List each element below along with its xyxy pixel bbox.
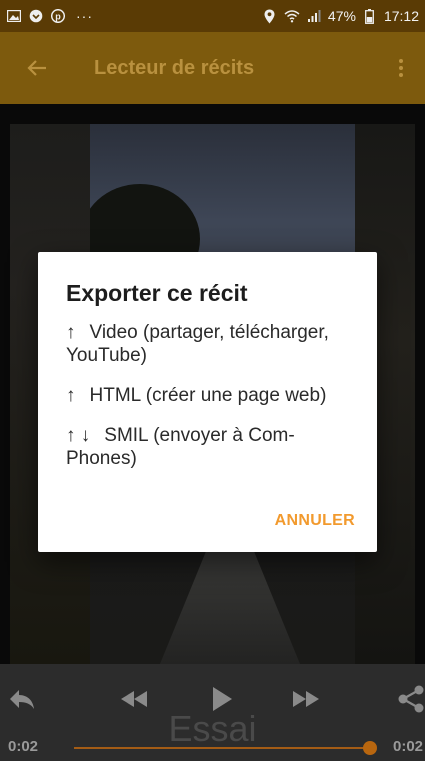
- option-label: SMIL (envoyer à Com-Phones): [66, 425, 295, 469]
- upload-arrow-icon: ↑: [66, 322, 76, 343]
- export-option-html[interactable]: ↑ HTML (créer une page web): [66, 384, 357, 407]
- upload-download-arrows-icon: ↑ ↓: [66, 425, 91, 446]
- option-label: Video (partager, télécharger, YouTube): [66, 322, 329, 366]
- cancel-button[interactable]: ANNULER: [275, 512, 355, 530]
- dialog-buttons: ANNULER: [38, 512, 377, 530]
- dialog-title: Exporter ce récit: [66, 280, 248, 306]
- export-dialog: Exporter ce récit ↑ Video (partager, télé…: [38, 252, 377, 552]
- upload-arrow-icon: ↑: [66, 385, 76, 406]
- option-label: HTML (créer une page web): [89, 385, 327, 406]
- export-option-video[interactable]: ↑ Video (partager, télécharger, YouTube): [66, 321, 357, 367]
- export-option-smil[interactable]: ↑ ↓ SMIL (envoyer à Com-Phones): [66, 424, 357, 470]
